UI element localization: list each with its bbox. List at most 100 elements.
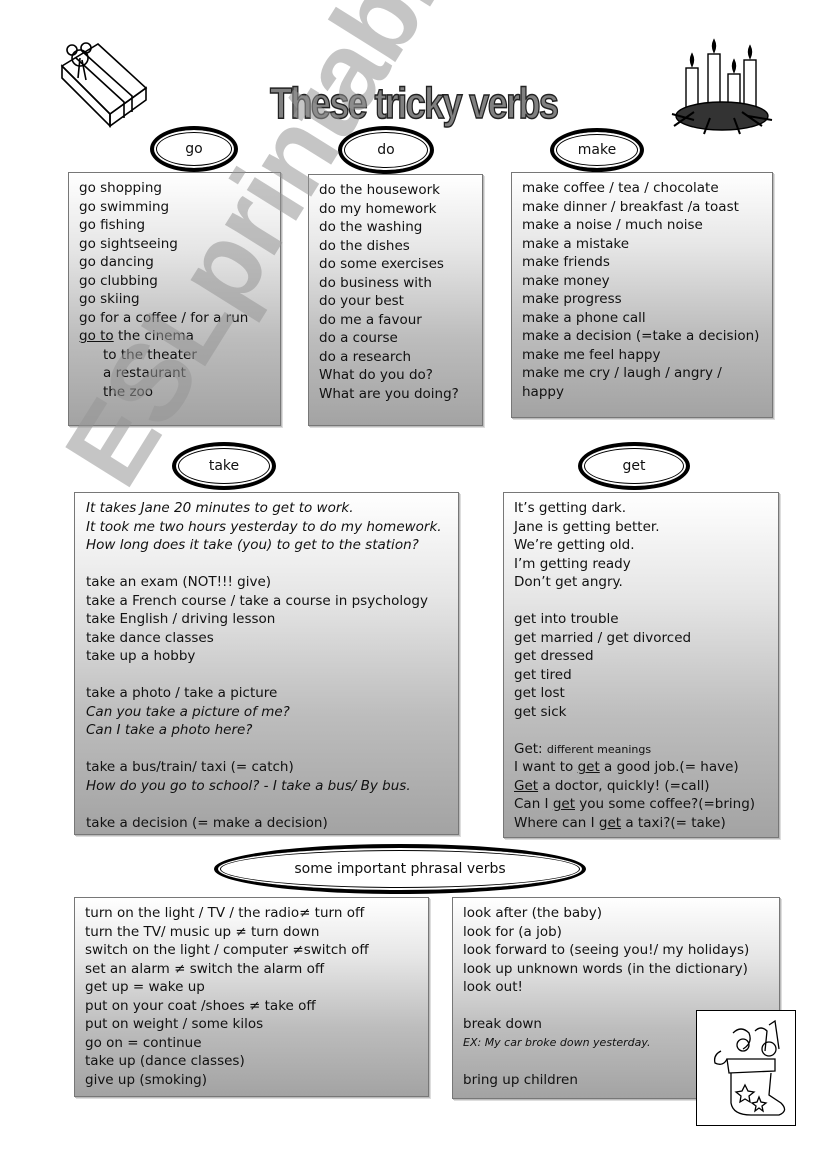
line-text: I want to [514,759,578,775]
list-item: make progress [522,290,772,309]
line-text: How do you go to school? - I take a bus/… [86,777,411,794]
list-item: Get: different meanings [514,740,778,759]
list-item: set an alarm ≠ switch the alarm off [85,960,428,979]
line-text: a restaurant [103,365,186,381]
line-text: turn the TV/ music up ≠ turn down [85,923,320,940]
line-text: go on = continue [85,1034,202,1051]
underlined-verb: get [577,759,600,775]
heading-take: take [172,442,276,490]
line-text: take a French course / take a course in … [86,592,428,609]
heading-make: make [550,128,644,172]
line-text: do me a favour [319,311,422,328]
line-text: make dinner / breakfast /a toast [522,198,739,215]
list-item: We’re getting old. [514,536,778,555]
list-item: to the theater [79,346,280,365]
list-item: Can you take a picture of me? [86,703,458,722]
list-item: do business with [319,274,482,293]
list-item: do the washing [319,218,482,237]
heading-get: get [578,442,690,490]
line-text: a good job.(= have) [599,759,739,775]
list-item: turn the TV/ music up ≠ turn down [85,923,428,942]
line-text: take a decision (= make a decision) [86,814,328,831]
line-text: make coffee / tea / chocolate [522,180,719,196]
line-text: make progress [522,291,622,307]
line-text: do business with [319,274,432,291]
list-item: Can I take a photo here? [86,721,458,740]
line-text: do some exercises [319,256,444,272]
list-item: do some exercises [319,255,482,274]
list-item: take a photo / take a picture [86,684,458,703]
list-item: go clubbing [79,272,280,291]
heading-do: do [338,126,434,174]
line-text: We’re getting old. [514,537,635,553]
list-item: Where can I get a taxi?(= take) [514,814,778,833]
list-item: take up a hobby [86,647,458,666]
list-item: look out! [463,978,779,997]
list-item [86,740,458,759]
list-item: take dance classes [86,629,458,648]
line-text: do a research [319,348,412,365]
heading-phrasal-verbs: some important phrasal verbs [214,844,586,894]
line-text: bring up children [463,1071,578,1088]
line-text: What do you do? [319,367,433,383]
heading-take-label: take [208,458,240,474]
line-text: go skiing [79,291,140,307]
list-item: turn on the light / TV / the radio≠ turn… [85,904,428,923]
list-item: go shopping [79,179,280,198]
line-text: do my homework [319,200,437,217]
heading-get-label: get [622,458,646,474]
list-item: put on weight / some kilos [85,1015,428,1034]
list-item: How long does it take (you) to get to th… [86,536,458,555]
list-item: What are you doing? [319,385,482,404]
list-item: make friends [522,253,772,272]
list-item: look after (the baby) [463,904,779,923]
line-text: happy [522,383,564,400]
line-text: look forward to (seeing you!/ my holiday… [463,942,750,958]
line-text: EX: My car broke down yesterday. [463,1035,651,1049]
line-text: Where can I [514,814,599,831]
list-item: give up (smoking) [85,1071,428,1090]
line-text: get sick [514,703,567,720]
line-text: Can I [514,796,553,812]
line-text: I’m getting ready [514,555,631,572]
line-text: take a photo / take a picture [86,685,278,701]
list-item: go on = continue [85,1034,428,1053]
list-item: go dancing [79,253,280,272]
get-box: It’s getting dark. Jane is getting better… [503,492,779,838]
list-item: It takes Jane 20 minutes to get to work. [86,499,458,518]
line-text: give up (smoking) [85,1071,207,1088]
list-item: make a phone call [522,309,772,328]
list-item: happy [522,383,772,402]
list-item: Jane is getting better. [514,518,778,537]
list-item [86,666,458,685]
list-item: make money [522,272,772,291]
line-text: switch on the light / computer ≠switch o… [85,942,369,958]
list-item: make a noise / much noise [522,216,772,235]
list-item: the zoo [79,383,280,402]
line-text: Can you take a picture of me? [86,703,290,720]
list-item: make me feel happy [522,346,772,365]
list-item: Get a doctor, quickly! (=call) [514,777,778,796]
line-text: get lost [514,685,565,701]
list-item: look up unknown words (in the dictionary… [463,960,779,979]
list-item: do me a favour [319,311,482,330]
line-text: do the housework [319,182,440,198]
line-text: How long does it take (you) to get to th… [86,537,419,553]
line-text: get married / get divorced [514,629,692,646]
list-item: I want to get a good job.(= have) [514,758,778,777]
line-text: a doctor, quickly! (=call) [538,777,710,794]
line-text: do the washing [319,219,423,235]
line-text: go swimming [79,198,170,215]
line-text: to the theater [103,346,197,363]
line-text: get up = wake up [85,979,205,995]
list-item: go skiing [79,290,280,309]
list-item: get sick [514,703,778,722]
list-item: go fishing [79,216,280,235]
list-item: take an exam (NOT!!! give) [86,573,458,592]
christmas-stocking-icon [696,1010,796,1126]
line-text: go fishing [79,217,146,233]
list-item: do a course [319,329,482,348]
list-item [514,592,778,611]
line-text: do your best [319,293,404,309]
line-text: do a course [319,330,398,346]
